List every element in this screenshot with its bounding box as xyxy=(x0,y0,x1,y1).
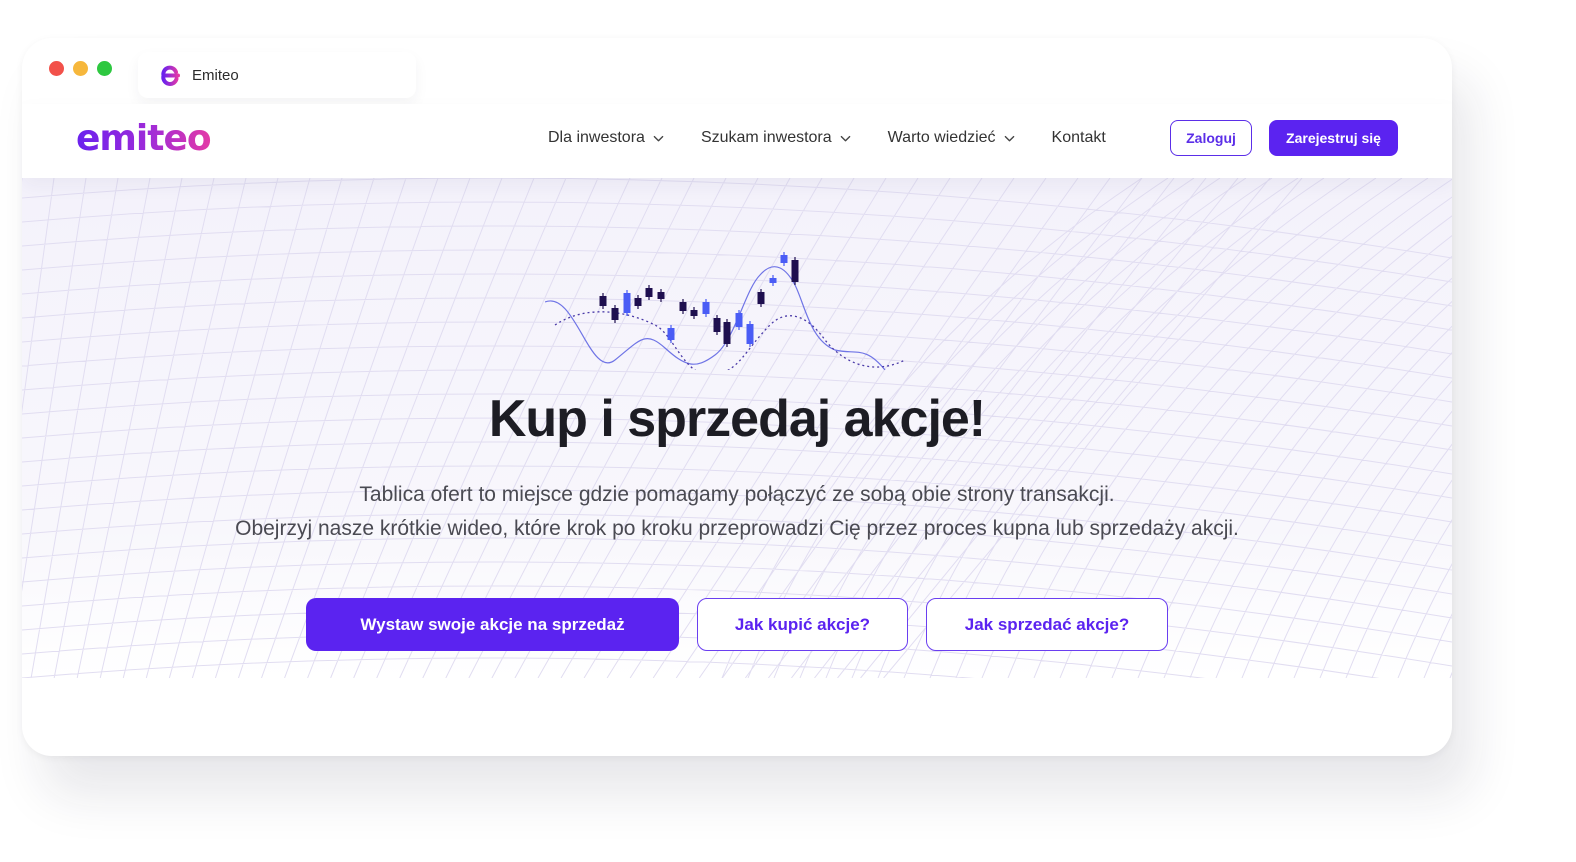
candle-body xyxy=(599,296,607,306)
candle-body xyxy=(780,255,788,263)
candlestick-illustration xyxy=(545,252,906,370)
main-nav: Dla inwestora Szukam inwestora Warto wie… xyxy=(548,129,1143,147)
nav-item-label: Szukam inwestora xyxy=(700,129,832,146)
candle-body xyxy=(746,324,754,344)
candle-body xyxy=(791,260,799,282)
register-button[interactable]: Zarejestruj się xyxy=(1269,120,1398,156)
candle-body xyxy=(702,302,710,314)
candle-body xyxy=(690,310,698,316)
candle-body xyxy=(735,313,743,327)
minimize-window-dot[interactable] xyxy=(73,61,88,76)
candle-body xyxy=(645,288,653,297)
nav-item-kontakt[interactable]: Kontakt xyxy=(1052,129,1106,147)
candle-body xyxy=(657,292,665,299)
cta-row: Wystaw swoje akcje na sprzedaż Jak kupić… xyxy=(306,598,1168,651)
hero-title: Kup i sprzedaj akcje! xyxy=(488,390,986,448)
site-logo[interactable]: emiteo xyxy=(76,118,212,159)
nav-item-label: Kontakt xyxy=(1051,129,1106,146)
candle-body xyxy=(769,278,777,283)
close-window-dot[interactable] xyxy=(49,61,64,76)
candle-body xyxy=(623,293,631,313)
nav-item-dla-inwestora[interactable]: Dla inwestora xyxy=(548,129,664,147)
browser-tab[interactable]: Emiteo xyxy=(138,52,416,98)
candle-body xyxy=(667,328,675,340)
how-to-buy-button[interactable]: Jak kupić akcje? xyxy=(697,598,908,651)
candle-body xyxy=(634,298,642,306)
tab-title: Emiteo xyxy=(192,66,239,84)
favicon-icon xyxy=(161,65,180,86)
chevron-down-icon xyxy=(840,135,850,141)
candle-body xyxy=(723,322,731,344)
nav-item-szukam-inwestora[interactable]: Szukam inwestora xyxy=(701,129,851,147)
chevron-down-icon xyxy=(1004,135,1014,141)
nav-item-label: Dla inwestora xyxy=(548,129,645,146)
browser-window: Emiteo emiteo Dla inwestora Szukam inwes… xyxy=(22,38,1452,756)
how-to-sell-button[interactable]: Jak sprzedać akcje? xyxy=(926,598,1168,651)
hero-description-line: Tablica ofert to miejsce gdzie pomagamy … xyxy=(359,483,1115,506)
site-header: emiteo Dla inwestora Szukam inwestora Wa… xyxy=(22,104,1452,178)
candle-body xyxy=(757,292,765,304)
nav-item-label: Warto wiedzieć xyxy=(887,129,996,146)
hero-description: Tablica ofert to miejsce gdzie pomagamy … xyxy=(22,478,1452,546)
candle-body xyxy=(611,308,619,320)
login-button[interactable]: Zaloguj xyxy=(1170,120,1252,156)
candle-body xyxy=(679,302,687,311)
hero-description-line: Obejrzyj nasze krótkie wideo, które krok… xyxy=(235,517,1239,540)
list-shares-for-sale-button[interactable]: Wystaw swoje akcje na sprzedaż xyxy=(306,598,679,651)
hero-section: Kup i sprzedaj akcje! Tablica ofert to m… xyxy=(22,178,1452,678)
window-controls xyxy=(49,61,112,76)
chevron-down-icon xyxy=(653,135,664,141)
nav-item-warto-wiedziec[interactable]: Warto wiedzieć xyxy=(888,129,1015,147)
candle-body xyxy=(713,318,721,332)
maximize-window-dot[interactable] xyxy=(97,61,112,76)
